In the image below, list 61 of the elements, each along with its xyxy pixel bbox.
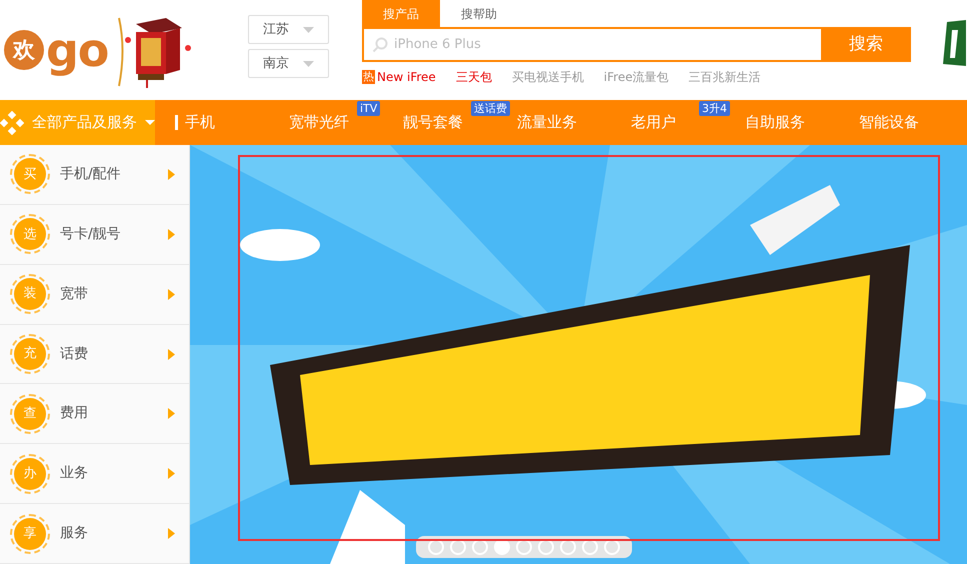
sidebar-label: 号卡/靓号 — [60, 224, 122, 244]
nav-link[interactable]: 自助服务 — [745, 111, 805, 134]
sidebar-label: 服务 — [60, 524, 89, 544]
search-field[interactable]: iPhone 6 Plus — [362, 27, 821, 62]
diamond-grid-icon — [0, 110, 24, 134]
category-icon: 享 — [10, 514, 50, 554]
caret-icon — [303, 26, 314, 32]
sidebar-item[interactable]: 享 服务 — [0, 504, 189, 564]
category-icon: 充 — [10, 334, 50, 374]
nav-badge: 3升4 — [699, 101, 730, 116]
hot-link[interactable]: 三天包 — [456, 68, 492, 86]
search-icon — [372, 36, 388, 52]
arrow-icon — [168, 228, 175, 240]
nav-link[interactable]: 手机 — [185, 111, 215, 134]
sidebar-item[interactable]: 选 号卡/靓号 — [0, 204, 189, 265]
nav-link[interactable]: 靓号套餐 — [403, 111, 463, 134]
logo-mark: 欢 — [4, 30, 44, 70]
caret-icon — [145, 120, 155, 125]
sidebar-label: 话费 — [60, 344, 89, 364]
sidebar-label: 费用 — [60, 404, 89, 424]
caret-icon — [303, 60, 314, 66]
search-button[interactable]: 搜索 — [821, 27, 911, 62]
category-icon: 买 — [10, 154, 50, 194]
category-icon: 办 — [10, 454, 50, 494]
province-select[interactable]: 江苏 — [248, 15, 329, 44]
hot-link[interactable]: iFree流量包 — [604, 68, 669, 86]
arrow-icon — [168, 468, 175, 480]
sidebar-item[interactable]: 查 费用 — [0, 384, 189, 444]
sidebar-label: 业务 — [60, 464, 89, 484]
hot-link[interactable]: New iFree — [377, 68, 436, 86]
arrow-icon — [168, 288, 175, 300]
category-icon: 装 — [10, 274, 50, 314]
all-categories-menu[interactable]: 全部产品及服务 — [0, 100, 155, 145]
city-select[interactable]: 南京 — [248, 49, 329, 78]
nav-link[interactable]: 智能设备 — [859, 111, 919, 134]
arrow-icon — [168, 408, 175, 420]
search-input[interactable]: iPhone 6 Plus — [394, 34, 813, 54]
nav-badge: 送话费 — [471, 101, 510, 116]
city-value: 南京 — [263, 54, 289, 73]
nav-link[interactable]: 流量业务 — [517, 111, 577, 134]
category-icon: 查 — [10, 394, 50, 434]
arrow-icon — [168, 168, 175, 180]
hot-badge: 热 — [362, 70, 375, 84]
hot-link[interactable]: 三百兆新生活 — [688, 68, 761, 86]
sidebar-item[interactable]: 装 宽带 — [0, 264, 189, 325]
nav-badge: iTV — [357, 101, 380, 116]
province-value: 江苏 — [263, 20, 289, 39]
sidebar-item[interactable]: 办 业务 — [0, 444, 189, 504]
sidebar-item[interactable]: 买 手机/配件 — [0, 145, 189, 205]
nav-link[interactable]: 宽带光纤 — [289, 111, 349, 134]
arrow-icon — [168, 348, 175, 360]
all-categories-label: 全部产品及服务 — [32, 112, 137, 134]
nav-link[interactable]: 老用户 — [631, 111, 676, 134]
sidebar-label: 手机/配件 — [60, 164, 122, 184]
category-icon: 选 — [10, 214, 50, 254]
search-tab[interactable]: 搜帮助 — [440, 0, 518, 27]
sidebar-item[interactable]: 充 话费 — [0, 324, 189, 384]
sidebar-label: 宽带 — [60, 284, 89, 304]
hot-link[interactable]: 买电视送手机 — [512, 68, 584, 86]
arrow-icon — [168, 528, 175, 540]
search-tab[interactable]: 搜产品 — [362, 0, 440, 27]
